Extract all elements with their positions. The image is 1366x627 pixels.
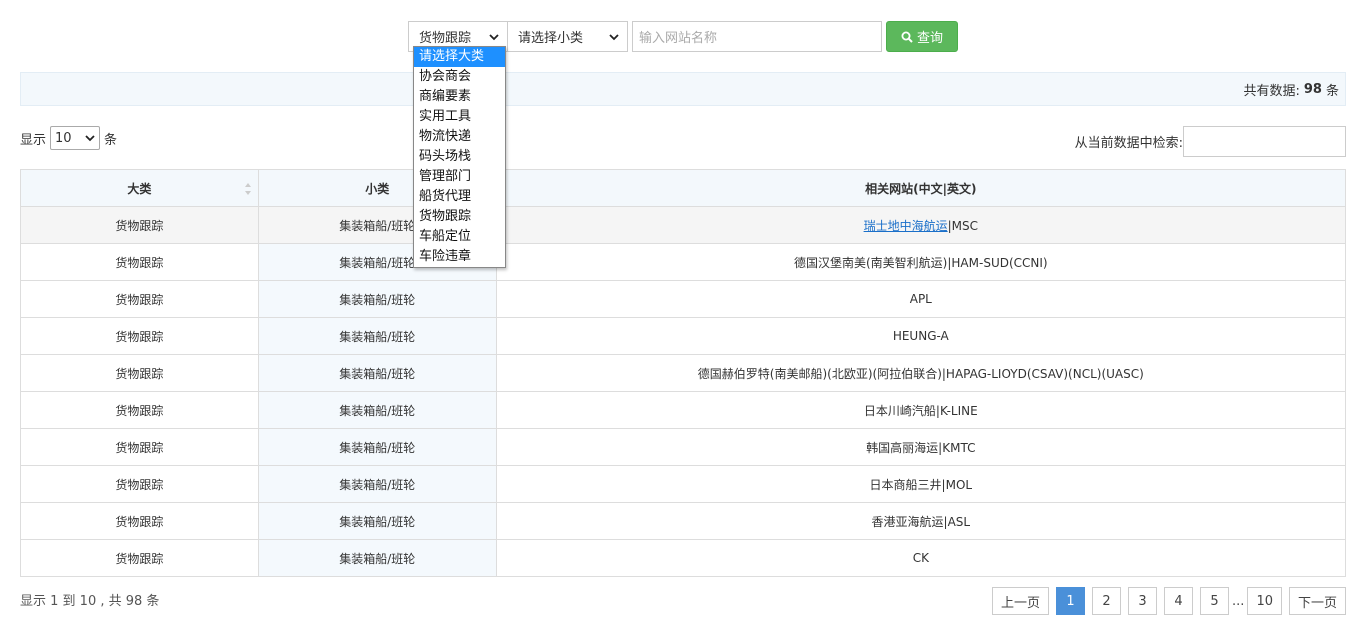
cell-website: 韩国高丽海运|KMTC — [495, 428, 1347, 466]
dropdown-option[interactable]: 商编要素 — [414, 87, 505, 107]
cell-category: 货物跟踪 — [20, 317, 259, 355]
dropdown-option[interactable]: 码头场栈 — [414, 147, 505, 167]
subcategory-select-value: 请选择小类 — [518, 31, 584, 46]
prev-page-button[interactable]: 上一页 — [992, 587, 1050, 615]
total-prefix: 共有数据: — [1243, 83, 1300, 99]
filter-label: 从当前数据中检索: — [1074, 136, 1183, 151]
page-length-value: 10 — [55, 130, 72, 146]
table-row: 货物跟踪 集装箱船/班轮 APL — [20, 280, 1347, 318]
search-icon — [901, 31, 913, 43]
cell-category: 货物跟踪 — [20, 280, 259, 318]
dropdown-option[interactable]: 物流快递 — [414, 127, 505, 147]
cell-category: 货物跟踪 — [20, 354, 259, 392]
cell-website: APL — [495, 280, 1347, 318]
pagination: 上一页 1 2 3 4 5 ... 10 下一页 — [992, 587, 1346, 615]
cell-subcategory: 集装箱船/班轮 — [257, 354, 497, 392]
pagination-ellipsis: ... — [1232, 593, 1245, 609]
cell-category: 货物跟踪 — [20, 465, 259, 503]
total-suffix: 条 — [1325, 83, 1339, 99]
category-select-value: 货物跟踪 — [419, 31, 472, 46]
table-row: 货物跟踪 集装箱船/班轮 韩国高丽海运|KMTC — [20, 428, 1347, 466]
subcategory-select[interactable]: 请选择小类 — [508, 21, 628, 52]
column-header-category[interactable]: 大类 — [20, 169, 259, 207]
cell-subcategory: 集装箱船/班轮 — [257, 502, 497, 540]
table-summary: 显示 1 到 10 , 共 98 条 — [20, 594, 160, 609]
page-button[interactable]: 5 — [1200, 587, 1230, 615]
table-row: 货物跟踪 集装箱船/班轮 CK — [20, 539, 1347, 577]
cell-category: 货物跟踪 — [20, 539, 259, 577]
site-name-input[interactable]: 输入网站名称 — [632, 21, 882, 52]
dropdown-option[interactable]: 管理部门 — [414, 167, 505, 187]
cell-subcategory: 集装箱船/班轮 — [257, 317, 497, 355]
dropdown-option[interactable]: 车船定位 — [414, 227, 505, 247]
table-header-row: 大类 小类 相关网站(中文|英文) — [20, 169, 1347, 207]
cell-category: 货物跟踪 — [20, 243, 259, 281]
cell-subcategory: 集装箱船/班轮 — [257, 391, 497, 429]
cell-website: 瑞士地中海航运|MSC — [495, 206, 1347, 244]
cell-category: 货物跟踪 — [20, 391, 259, 429]
table-row: 货物跟踪 集装箱船/班轮 HEUNG-A — [20, 317, 1347, 355]
data-count-bar: 共有数据: 98 条 — [20, 72, 1346, 106]
website-link[interactable]: 瑞士地中海航运 — [864, 219, 948, 233]
query-button-label: 查询 — [916, 31, 943, 46]
chevron-down-icon — [85, 135, 95, 142]
cell-website: 日本商船三井|MOL — [495, 465, 1347, 503]
sort-icon — [244, 183, 251, 195]
total-count: 98 — [1303, 81, 1322, 97]
cell-website: 日本川崎汽船|K-LINE — [495, 391, 1347, 429]
page-length-control: 显示 10 条 — [20, 126, 117, 150]
table-row: 货物跟踪 集装箱船/班轮 日本川崎汽船|K-LINE — [20, 391, 1347, 429]
cell-website: CK — [495, 539, 1347, 577]
page-button[interactable]: 2 — [1092, 587, 1122, 615]
table-row: 货物跟踪 集装箱船/班轮 德国赫伯罗特(南美邮船)(北欧亚)(阿拉伯联合)|HA… — [20, 354, 1347, 392]
cell-category: 货物跟踪 — [20, 206, 259, 244]
page-button[interactable]: 1 — [1056, 587, 1086, 615]
cell-subcategory: 集装箱船/班轮 — [257, 280, 497, 318]
chevron-down-icon — [609, 33, 619, 40]
column-header-websites[interactable]: 相关网站(中文|英文) — [495, 169, 1347, 207]
length-prefix: 显示 — [20, 132, 47, 148]
table-row: 货物跟踪 集装箱船/班轮 日本商船三井|MOL — [20, 465, 1347, 503]
cell-subcategory: 集装箱船/班轮 — [257, 465, 497, 503]
cell-category: 货物跟踪 — [20, 428, 259, 466]
category-dropdown-list: 请选择大类 协会商会 商编要素 实用工具 物流快递 码头场栈 管理部门 船货代理… — [413, 46, 506, 268]
page-button[interactable]: 4 — [1164, 587, 1194, 615]
dropdown-option[interactable]: 货物跟踪 — [414, 207, 505, 227]
last-page-button[interactable]: 10 — [1247, 587, 1282, 615]
dropdown-option[interactable]: 车险违章 — [414, 247, 505, 267]
cell-website: 德国汉堡南美(南美智利航运)|HAM-SUD(CCNI) — [495, 243, 1347, 281]
dropdown-option[interactable]: 实用工具 — [414, 107, 505, 127]
websites-table: 大类 小类 相关网站(中文|英文) 货物跟踪 集装箱船/班轮 瑞士地中海航运|M… — [20, 169, 1347, 577]
cell-subcategory: 集装箱船/班轮 — [257, 539, 497, 577]
query-button[interactable]: 查询 — [886, 21, 958, 52]
dropdown-option[interactable]: 协会商会 — [414, 67, 505, 87]
table-filter: 从当前数据中检索: — [1075, 126, 1346, 157]
table-row: 货物跟踪 集装箱船/班轮 香港亚海航运|ASL — [20, 502, 1347, 540]
filter-input[interactable] — [1183, 126, 1346, 157]
cell-category: 货物跟踪 — [20, 502, 259, 540]
cell-website: 香港亚海航运|ASL — [495, 502, 1347, 540]
next-page-button[interactable]: 下一页 — [1288, 587, 1346, 615]
cell-website: 德国赫伯罗特(南美邮船)(北欧亚)(阿拉伯联合)|HAPAG-LIOYD(CSA… — [495, 354, 1347, 392]
dropdown-option[interactable]: 请选择大类 — [414, 47, 505, 67]
site-name-placeholder: 输入网站名称 — [639, 31, 718, 46]
length-suffix: 条 — [104, 132, 118, 148]
page-length-select[interactable]: 10 — [50, 126, 101, 150]
dropdown-option[interactable]: 船货代理 — [414, 187, 505, 207]
cell-website: HEUNG-A — [495, 317, 1347, 355]
table-row: 货物跟踪 集装箱船/班轮 瑞士地中海航运|MSC — [20, 206, 1347, 244]
table-row: 货物跟踪 集装箱船/班轮 德国汉堡南美(南美智利航运)|HAM-SUD(CCNI… — [20, 243, 1347, 281]
cell-subcategory: 集装箱船/班轮 — [257, 428, 497, 466]
page-button[interactable]: 3 — [1128, 587, 1158, 615]
chevron-down-icon — [489, 33, 499, 40]
